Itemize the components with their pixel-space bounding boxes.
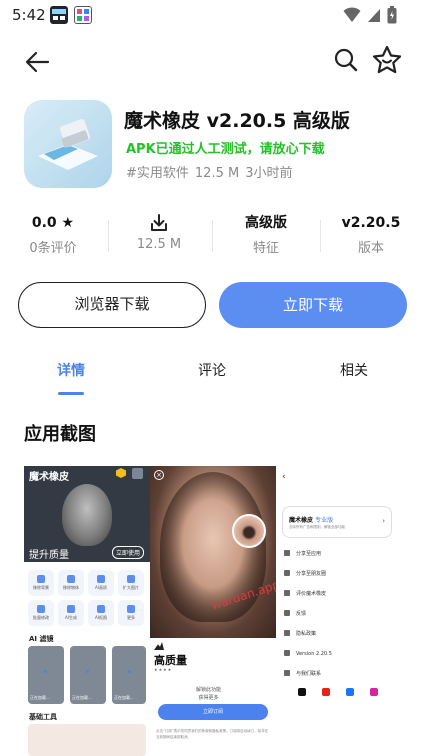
settings-row: 反馈: [284, 610, 306, 617]
tab-indicator: [58, 392, 84, 395]
close-icon: ×: [154, 470, 164, 480]
divider: [212, 220, 213, 252]
basic-section-label: 基础工具: [29, 713, 57, 721]
search-icon: [334, 48, 358, 72]
shot1-enhance: 提升质量: [29, 550, 69, 561]
settings-icon: [132, 468, 143, 479]
stat-version: v2.20.5 版本: [321, 212, 421, 256]
stat-rating: 0.0 ★ 0条评价: [3, 212, 103, 256]
tool-cell: AI生成: [58, 600, 84, 626]
download-size-value: 12.5 M: [136, 237, 182, 252]
tool-cell: AI画质: [88, 570, 114, 596]
status-bar: 5:42: [0, 0, 425, 30]
pro-card: 魔术橡皮 专业版 去除所有广告和限制，解锁全部功能 ›: [282, 506, 392, 538]
subscription-terms: 点击“订阅”表示您同意我们的条款和隐私政策。订阅将自动续订，除非在当前期间结束前…: [156, 729, 269, 739]
screenshots-title: 应用截图: [24, 424, 96, 445]
stats-row: 0.0 ★ 0条评价 12.5 M 高级版 特征 v2.20.5 版本: [0, 212, 425, 260]
star-smile-icon: [372, 45, 402, 74]
portrait-image: [62, 484, 112, 546]
settings-row: 评价魔术橡皮: [284, 590, 326, 597]
feature-label: 特征: [252, 241, 279, 256]
filter-card: 正在加载...: [112, 646, 146, 704]
favorite-button[interactable]: [370, 43, 404, 77]
shot1-title: 魔术橡皮: [29, 472, 69, 483]
arrow-left-icon: [25, 51, 50, 73]
settings-row: 隐私政策: [284, 630, 316, 637]
download-now-button[interactable]: 立即下载: [219, 282, 407, 328]
stat-feature: 高级版 特征: [216, 212, 316, 256]
settings-row: 与我们联系: [284, 670, 321, 677]
feature-value: 高级版: [245, 215, 287, 231]
back-button[interactable]: [20, 44, 56, 80]
app-icon: [24, 100, 112, 188]
filter-card: 正在加载...: [70, 646, 106, 704]
settings-row: 分享至朋友圈: [284, 570, 326, 577]
tool-cell: AI抠图: [88, 600, 114, 626]
filter-card: 正在加载...: [28, 646, 64, 704]
youtube-icon: [322, 688, 330, 696]
screenshot-2[interactable]: × waruan.app 高质量 ★★★★ 解锁此功能 获得更多 立即订阅 点击…: [150, 466, 276, 756]
app-updated: 3小时前: [245, 166, 293, 181]
search-button[interactable]: [330, 44, 362, 76]
stat-download-size: 12.5 M: [109, 212, 209, 252]
app-bar: [0, 38, 425, 82]
wifi-icon: [343, 7, 361, 27]
tool-cell: 批量修改: [28, 600, 54, 626]
quality-heading: 高质量: [154, 654, 187, 667]
rating-count: 0条评价: [29, 241, 77, 256]
back-arrow-icon: ‹: [282, 472, 286, 482]
download-size-icon: [109, 212, 209, 234]
tab-reviews[interactable]: 评论: [172, 360, 252, 380]
verified-notice: APK已通过人工测试，请放心下载: [126, 142, 325, 157]
battery-icon: [387, 6, 397, 28]
screenshot-1[interactable]: 魔术橡皮 提升质量 立即使用 移除背景 移除物体 AI画质 扩大图片 批量修改 …: [24, 466, 150, 756]
tool-cell: 移除物体: [58, 570, 84, 596]
shot1-pill: 立即使用: [112, 546, 145, 559]
app-meta: #实用软件 12.5 M 3小时前: [126, 162, 298, 181]
enhance-banner: 魔术橡皮 提升质量 立即使用: [24, 466, 150, 562]
app-header: 魔术橡皮 v2.20.5 高级版 APK已通过人工测试，请放心下载 #实用软件 1…: [0, 96, 425, 192]
subscribe-button: 立即订阅: [158, 704, 268, 720]
tab-related[interactable]: 相关: [314, 360, 394, 380]
app-category[interactable]: #实用软件: [126, 166, 189, 181]
zoom-lens: [232, 514, 266, 548]
social-links: [298, 688, 378, 696]
status-time: 5:42: [12, 6, 46, 24]
version-value: v2.20.5: [341, 215, 401, 231]
basic-tools-strip: [28, 724, 146, 756]
tool-cell: 扩大图片: [118, 570, 144, 596]
tool-cell: 移除背景: [28, 570, 54, 596]
tab-details[interactable]: 详情: [31, 360, 111, 380]
browser-download-button[interactable]: 浏览器下载: [18, 282, 206, 328]
tiktok-icon: [298, 688, 306, 696]
tab-bar: 详情 评论 相关: [0, 360, 425, 400]
app-size: 12.5 M: [194, 166, 240, 181]
ai-section-label: AI 滤镜: [29, 635, 54, 643]
mountain-icon: [154, 642, 164, 650]
quality-stars: ★★★★: [154, 667, 173, 672]
notification-photo-icon: [74, 6, 92, 24]
unlock-text: 解锁此功能 获得更多: [196, 687, 222, 701]
tool-cell: 更多: [118, 600, 144, 626]
settings-row: Version 2.20.5: [284, 650, 332, 657]
settings-row: 分享至应用: [284, 550, 321, 557]
version-label: 版本: [357, 241, 384, 256]
instagram-icon: [370, 688, 378, 696]
notification-app-icon: [50, 6, 68, 24]
facebook-icon: [346, 688, 354, 696]
signal-icon: [367, 7, 381, 27]
screenshot-carousel[interactable]: 魔术橡皮 提升质量 立即使用 移除背景 移除物体 AI画质 扩大图片 批量修改 …: [24, 466, 425, 756]
app-title: 魔术橡皮 v2.20.5 高级版: [124, 110, 350, 132]
screenshot-3[interactable]: ‹ 魔术橡皮 专业版 去除所有广告和限制，解锁全部功能 › 分享至应用 分享至朋…: [276, 466, 425, 756]
rating-value: 0.0 ★: [31, 215, 75, 231]
